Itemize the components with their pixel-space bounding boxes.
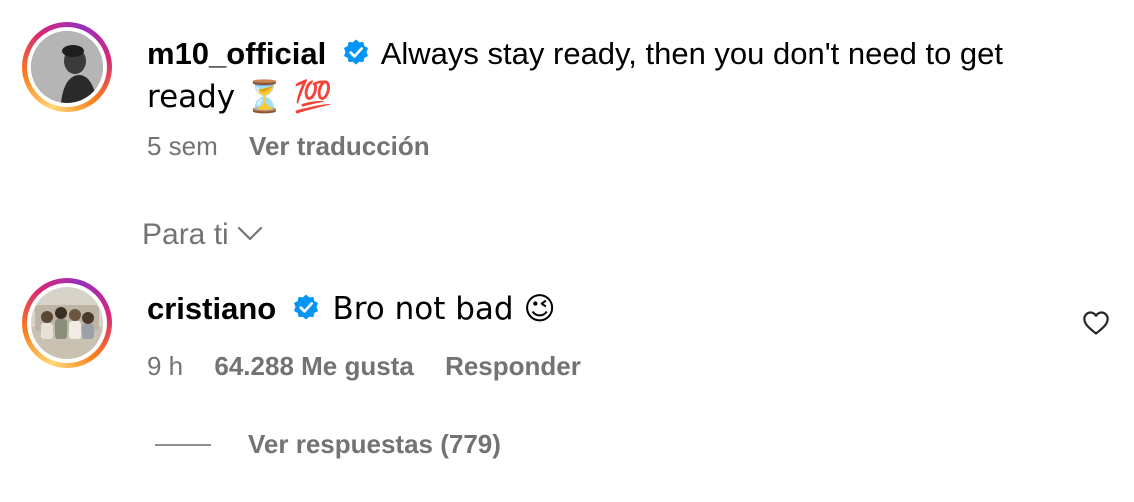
comment-timestamp[interactable]: 9 h [147, 351, 183, 381]
sort-label: Para ti [142, 218, 229, 251]
reply-button[interactable]: Responder [445, 351, 581, 381]
heart-icon[interactable] [1082, 309, 1110, 337]
verified-badge-icon [285, 291, 333, 326]
comment-text-line-1: m10_official Always stay ready, then you… [147, 32, 1003, 75]
verified-badge-icon [335, 36, 381, 71]
comment-text: Bro not bad 😉 [332, 291, 556, 327]
chevron-down-icon [229, 218, 263, 251]
comment-text-line: cristiano Bro not bad 😉 [147, 287, 556, 331]
comment-text-line-2: ready ⏳ 💯 [147, 75, 332, 119]
avatar-photo [31, 287, 103, 359]
comment-text: Always stay ready, then you don't need t… [380, 36, 1004, 71]
translate-link[interactable]: Ver traducción [249, 131, 430, 161]
sort-dropdown[interactable]: Para ti [142, 218, 263, 252]
likes-count[interactable]: 64.288 Me gusta [214, 351, 413, 381]
comment-username[interactable]: m10_official [147, 36, 326, 71]
comment-meta: 5 sem Ver traducción [147, 131, 454, 162]
comment-meta: 9 h 64.288 Me gusta Responder [147, 351, 605, 382]
comment-timestamp[interactable]: 5 sem [147, 131, 218, 161]
replies-divider [155, 444, 211, 446]
avatar-m10-official[interactable] [22, 22, 112, 112]
view-replies-button[interactable]: Ver respuestas (779) [248, 429, 501, 460]
comment-username[interactable]: cristiano [147, 291, 276, 326]
comment-text-continuation: ready ⏳ 💯 [147, 79, 333, 115]
avatar-photo [31, 31, 103, 103]
avatar-cristiano[interactable] [22, 278, 112, 368]
